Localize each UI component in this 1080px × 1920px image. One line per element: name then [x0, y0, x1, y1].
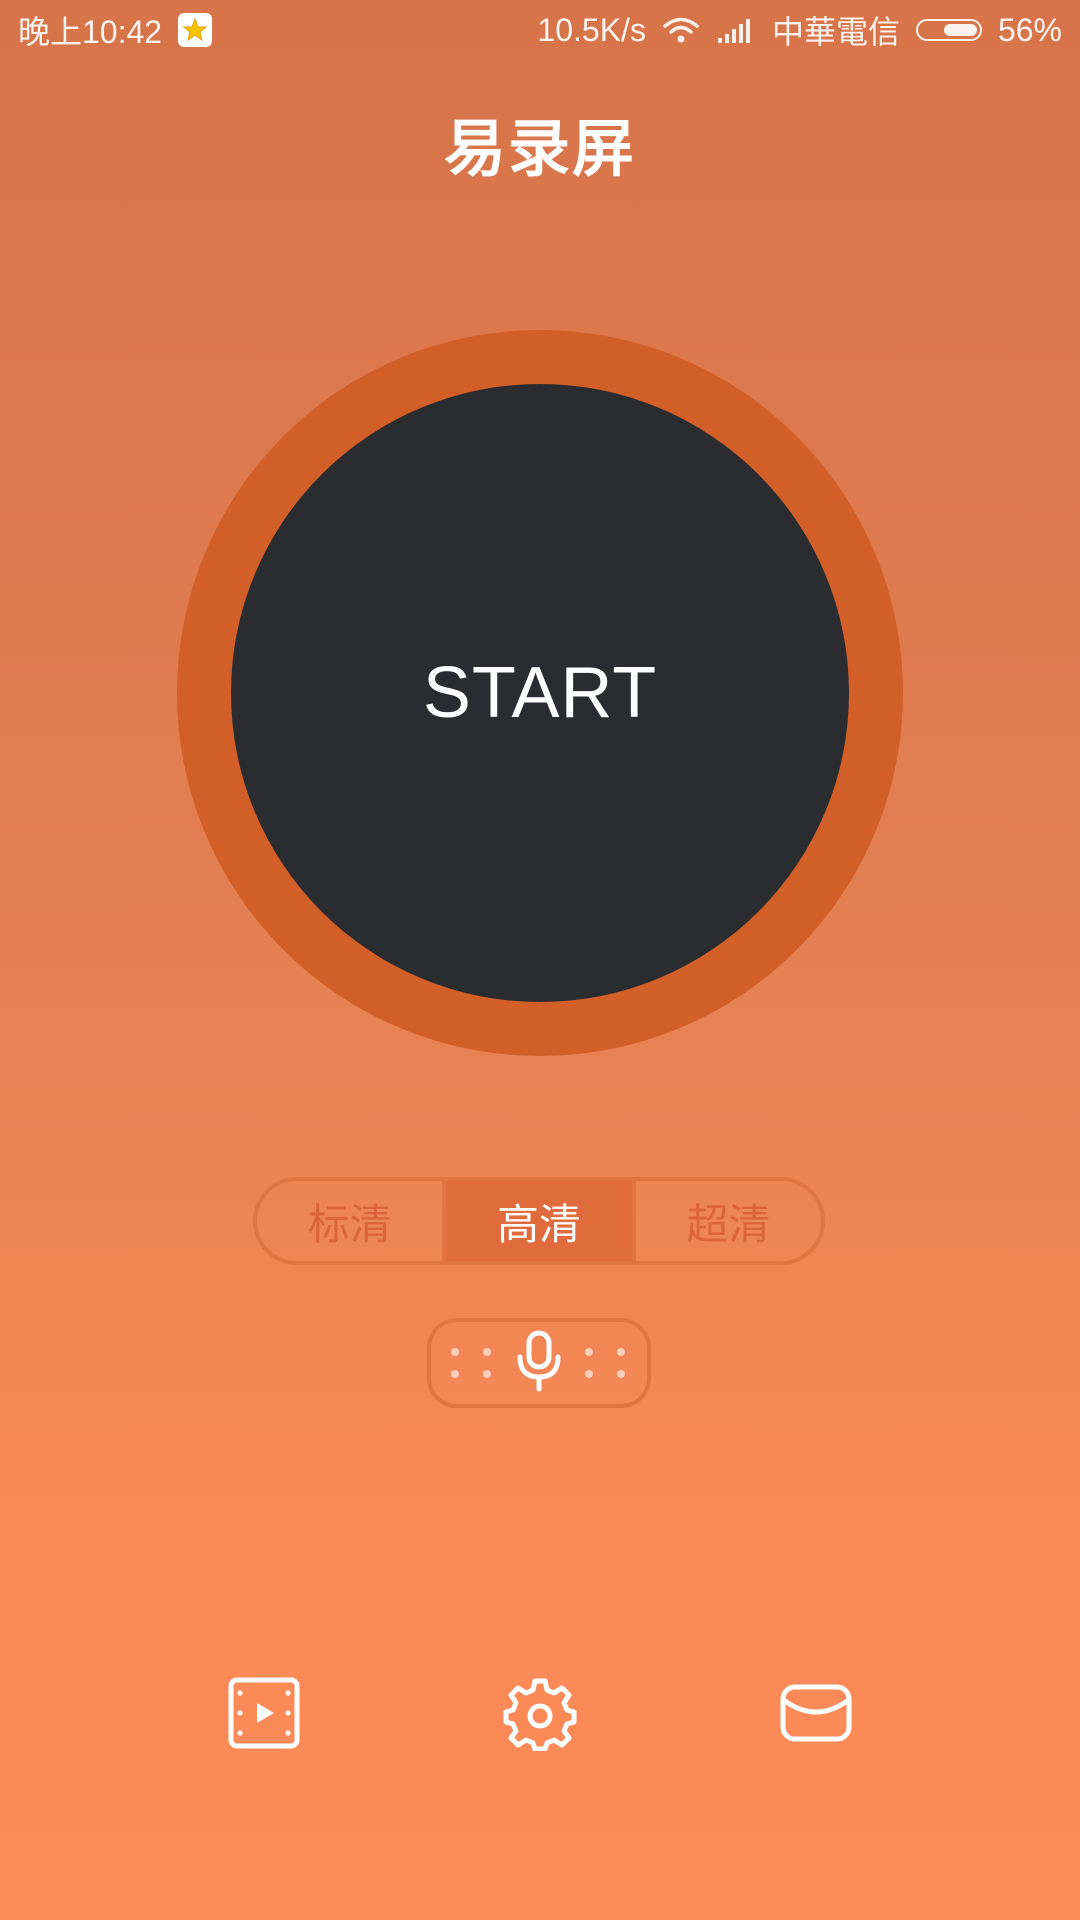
video-library-icon [226, 1675, 302, 1756]
wifi-icon [662, 15, 700, 45]
decorative-dots-right [585, 1348, 627, 1378]
record-button-ring: START [177, 330, 903, 1056]
app-title: 易录屏 [443, 112, 636, 185]
carrier-name: 中華電信 [771, 14, 900, 50]
settings-gear-icon [502, 1675, 578, 1756]
status-left: 晚上10:42 [18, 7, 213, 53]
bottom-nav [0, 1675, 1080, 1755]
status-right: 10.5K/s 中華電信 56% [537, 7, 1062, 53]
qq-icon [178, 13, 213, 47]
mail-icon [778, 1675, 854, 1756]
signal-icon [716, 16, 756, 44]
network-speed: 10.5K/s [537, 11, 646, 48]
battery-icon [915, 19, 982, 41]
settings-button[interactable] [500, 1675, 580, 1755]
decorative-dots-left [451, 1348, 493, 1378]
battery-percent: 56% [997, 11, 1062, 48]
quality-option-uhd[interactable]: 超清 [636, 1181, 821, 1261]
quality-option-sd[interactable]: 标清 [257, 1181, 447, 1261]
quality-option-hd[interactable]: 高清 [446, 1181, 636, 1261]
status-time: 晚上10:42 [18, 14, 163, 50]
microphone-toggle[interactable] [427, 1318, 651, 1408]
quality-selector: 标清 高清 超清 [253, 1177, 825, 1265]
microphone-icon [513, 1329, 565, 1398]
feedback-mail-button[interactable] [776, 1675, 856, 1755]
start-label: START [422, 653, 658, 733]
start-record-button[interactable]: START [231, 384, 849, 1002]
status-bar: 晚上10:42 10.5K/s 中華電信 56% [0, 0, 1080, 60]
video-library-button[interactable] [224, 1675, 304, 1755]
